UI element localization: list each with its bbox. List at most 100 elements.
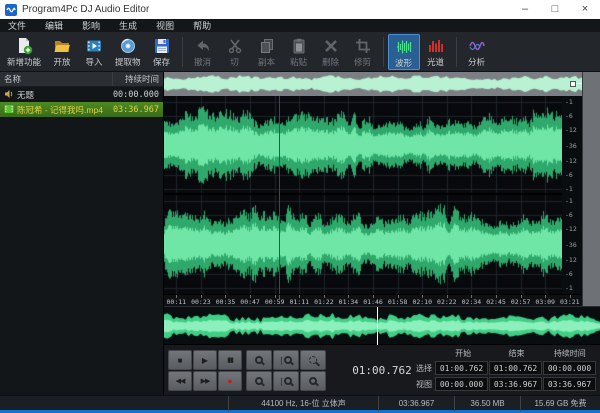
- ruler-label: 01:58: [385, 295, 410, 306]
- trim-button[interactable]: 修剪: [347, 34, 379, 70]
- menu-edit[interactable]: 编辑: [45, 19, 63, 32]
- minimap-playhead[interactable]: [377, 307, 378, 345]
- minimize-button[interactable]: –: [510, 0, 540, 19]
- db-label: -36: [565, 142, 577, 150]
- magnifier-icon: [255, 377, 263, 385]
- column-header-name[interactable]: 名称: [0, 72, 113, 86]
- waveform-view-button[interactable]: 波形: [388, 34, 420, 70]
- paste-button[interactable]: 粘贴: [283, 34, 315, 70]
- ruler-label: 02:10: [410, 295, 435, 306]
- status-format: 44100 Hz, 16-位 立体声: [228, 396, 378, 411]
- ruler-label: 01:46: [361, 295, 386, 306]
- rewind-button[interactable]: ◀◀: [168, 371, 192, 391]
- selection-row-label: 选择: [411, 363, 435, 374]
- selection-start-field[interactable]: 01:00.762: [435, 361, 488, 375]
- spectrum-button-label: 光道: [427, 56, 444, 68]
- copy-button[interactable]: 副本: [251, 34, 283, 70]
- selection-end-field[interactable]: 01:00.762: [489, 361, 542, 375]
- extract-button[interactable]: 提取物: [110, 34, 146, 70]
- db-label: -1: [565, 284, 573, 292]
- main-waveform-canvas[interactable]: [164, 96, 562, 294]
- selection-table: 开始 结束 持续时间 选择 01:00.762 01:00.762 00:00.…: [411, 348, 597, 391]
- stop-button[interactable]: ■: [168, 350, 192, 370]
- cut-button[interactable]: 切: [219, 34, 251, 70]
- minimap-waveform-canvas[interactable]: [164, 307, 600, 345]
- main-area: 名称 持续时间 无题 00:00.000 陈冠希 - 记得我吗.mp4 03:3…: [0, 72, 600, 395]
- save-floppy-icon: [153, 36, 171, 55]
- zoom-selection-button[interactable]: [273, 350, 299, 370]
- db-label: -12: [565, 126, 577, 134]
- db-label: -12: [565, 157, 577, 165]
- vertical-scrollbar[interactable]: [582, 72, 600, 306]
- delete-button[interactable]: 删除: [315, 34, 347, 70]
- copy-button-label: 副本: [258, 56, 275, 68]
- rewind-icon: ◀◀: [176, 377, 185, 385]
- fast-forward-button[interactable]: ▶▶: [193, 371, 217, 391]
- open-folder-icon: [53, 36, 71, 55]
- db-label: -6: [565, 270, 573, 278]
- db-label: -12: [565, 256, 577, 264]
- ruler-label: 00:23: [189, 295, 214, 306]
- db-label: -1: [565, 185, 573, 193]
- analyze-button-label: 分析: [468, 56, 485, 68]
- zoom-region-button[interactable]: [300, 350, 326, 370]
- stop-icon: ■: [178, 356, 183, 365]
- save-button[interactable]: 保存: [146, 34, 178, 70]
- playback-cursor[interactable]: [279, 96, 280, 294]
- menu-generate[interactable]: 生成: [119, 19, 137, 32]
- ruler-cursor-mark: [279, 295, 280, 300]
- trim-crop-icon: [354, 36, 372, 55]
- view-duration-field[interactable]: 03:36.967: [543, 377, 596, 391]
- titlebar: Program4Pc DJ Audio Editor – □ ×: [0, 0, 600, 19]
- record-button[interactable]: ●: [218, 371, 242, 391]
- paste-clipboard-icon: [290, 36, 308, 55]
- menu-file[interactable]: 文件: [8, 19, 26, 32]
- timeline-ruler[interactable]: 00:11 00:23 00:35 00:47 00:59 01:11 01:2…: [164, 294, 582, 306]
- play-button[interactable]: ▶: [193, 350, 217, 370]
- toolbar: 新增功能 开放 导入 提取物 保存 撤消 切 副本: [0, 32, 600, 72]
- view-end-field[interactable]: 03:36.967: [489, 377, 542, 391]
- undo-icon: [194, 36, 212, 55]
- open-button[interactable]: 开放: [46, 34, 78, 70]
- import-button[interactable]: 导入: [78, 34, 110, 70]
- overview-minimap[interactable]: [164, 306, 600, 344]
- db-label: -6: [565, 171, 573, 179]
- maximize-button[interactable]: □: [540, 0, 570, 19]
- ruler-label: 01:22: [312, 295, 337, 306]
- db-scale-left-channel: -1 -6 -12 -36 -12 -6 -1: [562, 96, 582, 195]
- navigator-waveform-canvas[interactable]: [164, 72, 582, 96]
- transport-panel: ■ ▶ ▮▮ ◀◀ ▶▶ ● 01:00.762: [164, 344, 600, 395]
- delete-button-label: 删除: [322, 56, 339, 68]
- file-list-item-untitled[interactable]: 无题 00:00.000: [0, 87, 163, 102]
- ruler-label: 02:57: [508, 295, 533, 306]
- magnifier-icon: [309, 356, 317, 364]
- column-header-duration[interactable]: 持续时间: [113, 72, 163, 86]
- close-button[interactable]: ×: [570, 0, 600, 19]
- zoom-out-button[interactable]: [246, 371, 272, 391]
- pause-button[interactable]: ▮▮: [218, 350, 242, 370]
- menu-effects[interactable]: 影响: [82, 19, 100, 32]
- toolbar-separator: [456, 37, 457, 67]
- zoom-navigator[interactable]: [164, 72, 582, 96]
- file-list-item-selected[interactable]: 陈冠希 - 记得我吗.mp4 03:36.967: [0, 102, 163, 117]
- zoom-vertical-button[interactable]: [273, 371, 299, 391]
- spectrum-view-button[interactable]: 光道: [420, 34, 452, 70]
- db-label: -12: [565, 225, 577, 233]
- zoom-out-full-button[interactable]: [246, 350, 272, 370]
- new-button[interactable]: 新增功能: [2, 34, 46, 70]
- cut-button-label: 切: [230, 56, 239, 68]
- view-start-field[interactable]: 00:00.000: [435, 377, 488, 391]
- new-file-icon: [15, 36, 33, 55]
- menu-view[interactable]: 视图: [156, 19, 174, 32]
- selection-duration-field[interactable]: 00:00.000: [543, 361, 596, 375]
- menu-help[interactable]: 帮助: [193, 19, 211, 32]
- navigator-handle[interactable]: [570, 81, 576, 87]
- analyze-button[interactable]: 分析: [461, 34, 493, 70]
- undo-button[interactable]: 撤消: [187, 34, 219, 70]
- paste-button-label: 粘贴: [290, 56, 307, 68]
- ruler-label: 00:11: [164, 295, 189, 306]
- file-duration: 00:00.000: [113, 90, 159, 100]
- zoom-in-button[interactable]: [300, 371, 326, 391]
- selection-header-end: 结束: [490, 348, 542, 359]
- waveform-view[interactable]: -1 -6 -12 -36 -12 -6 -1 -1 -6 -12 -36 -1…: [164, 96, 582, 294]
